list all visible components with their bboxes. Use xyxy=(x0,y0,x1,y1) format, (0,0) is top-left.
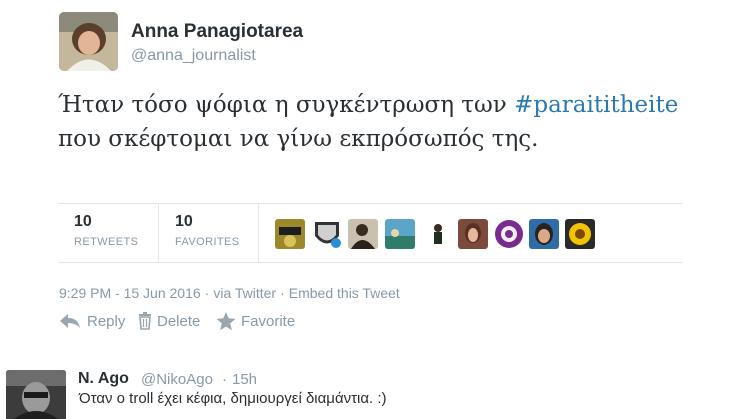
favoriter-avatar[interactable] xyxy=(275,219,305,249)
reply-author-avatar[interactable] xyxy=(6,370,66,419)
trash-icon xyxy=(138,312,152,330)
delete-label: Delete xyxy=(157,312,201,330)
reply-text: Όταν ο troll έχει κέφια, δημιουργεί διαμ… xyxy=(79,390,387,407)
tweet-meta: 9:29 PM - 15 Jun 2016 · via Twitter · Embed … xyxy=(59,285,400,301)
favoriter-avatar[interactable] xyxy=(529,219,559,249)
stats-divider-top xyxy=(58,203,683,204)
retweets-count: 10 xyxy=(74,213,92,230)
favoriter-avatar[interactable] xyxy=(494,219,524,249)
tweet-text-before: Ήταν τόσο ψόφια η συγκέντρωση των xyxy=(58,92,515,118)
reply-separator: · xyxy=(222,371,227,388)
reply-label: Reply xyxy=(87,312,126,330)
reply-author-name[interactable]: N. Ago xyxy=(78,370,129,388)
reply-author-handle[interactable]: @NikoAgo xyxy=(141,371,213,388)
favoriter-avatar[interactable] xyxy=(565,219,595,249)
embed-tweet-link[interactable]: Embed this Tweet xyxy=(289,285,400,301)
tweet-client: via Twitter xyxy=(213,285,277,301)
favorites-stat[interactable]: 10 FAVORITES xyxy=(175,213,240,248)
tweet-text: Ήταν τόσο ψόφια η συγκέντρωση των #parai… xyxy=(58,88,698,156)
favoriter-avatar[interactable] xyxy=(385,219,415,249)
star-icon xyxy=(216,311,236,331)
reply-icon xyxy=(58,312,82,330)
stat-divider xyxy=(258,204,259,262)
delete-button[interactable]: Delete xyxy=(138,310,200,332)
favorite-label: Favorite xyxy=(241,312,296,330)
favorites-label: FAVORITES xyxy=(175,236,240,248)
author-handle[interactable]: @anna_journalist xyxy=(131,47,256,65)
meta-separator: · xyxy=(204,285,210,301)
stats-divider-bottom xyxy=(58,262,683,263)
favoriter-avatar[interactable] xyxy=(423,219,453,249)
author-name[interactable]: Anna Panagiotarea xyxy=(131,21,303,43)
reply-button[interactable]: Reply xyxy=(58,310,125,332)
meta-separator: · xyxy=(280,285,285,301)
favoriter-avatar[interactable] xyxy=(458,219,488,249)
tweet-text-after: που σκέφτομαι να γίνω εκπρόσωπός της. xyxy=(58,126,539,152)
favoriter-avatar[interactable] xyxy=(348,219,378,249)
tweet-timestamp[interactable]: 9:29 PM - 15 Jun 2016 xyxy=(59,285,201,301)
hashtag-link[interactable]: #paraititheite xyxy=(514,92,678,118)
reply-timestamp[interactable]: 15h xyxy=(232,371,257,388)
favorite-button[interactable]: Favorite xyxy=(216,310,295,332)
favorites-count: 10 xyxy=(175,213,193,230)
stat-divider xyxy=(158,204,159,262)
retweets-label: RETWEETS xyxy=(74,236,139,248)
author-avatar[interactable] xyxy=(59,12,118,71)
retweets-stat[interactable]: 10 RETWEETS xyxy=(74,213,138,248)
favoriter-avatar[interactable] xyxy=(312,219,342,249)
